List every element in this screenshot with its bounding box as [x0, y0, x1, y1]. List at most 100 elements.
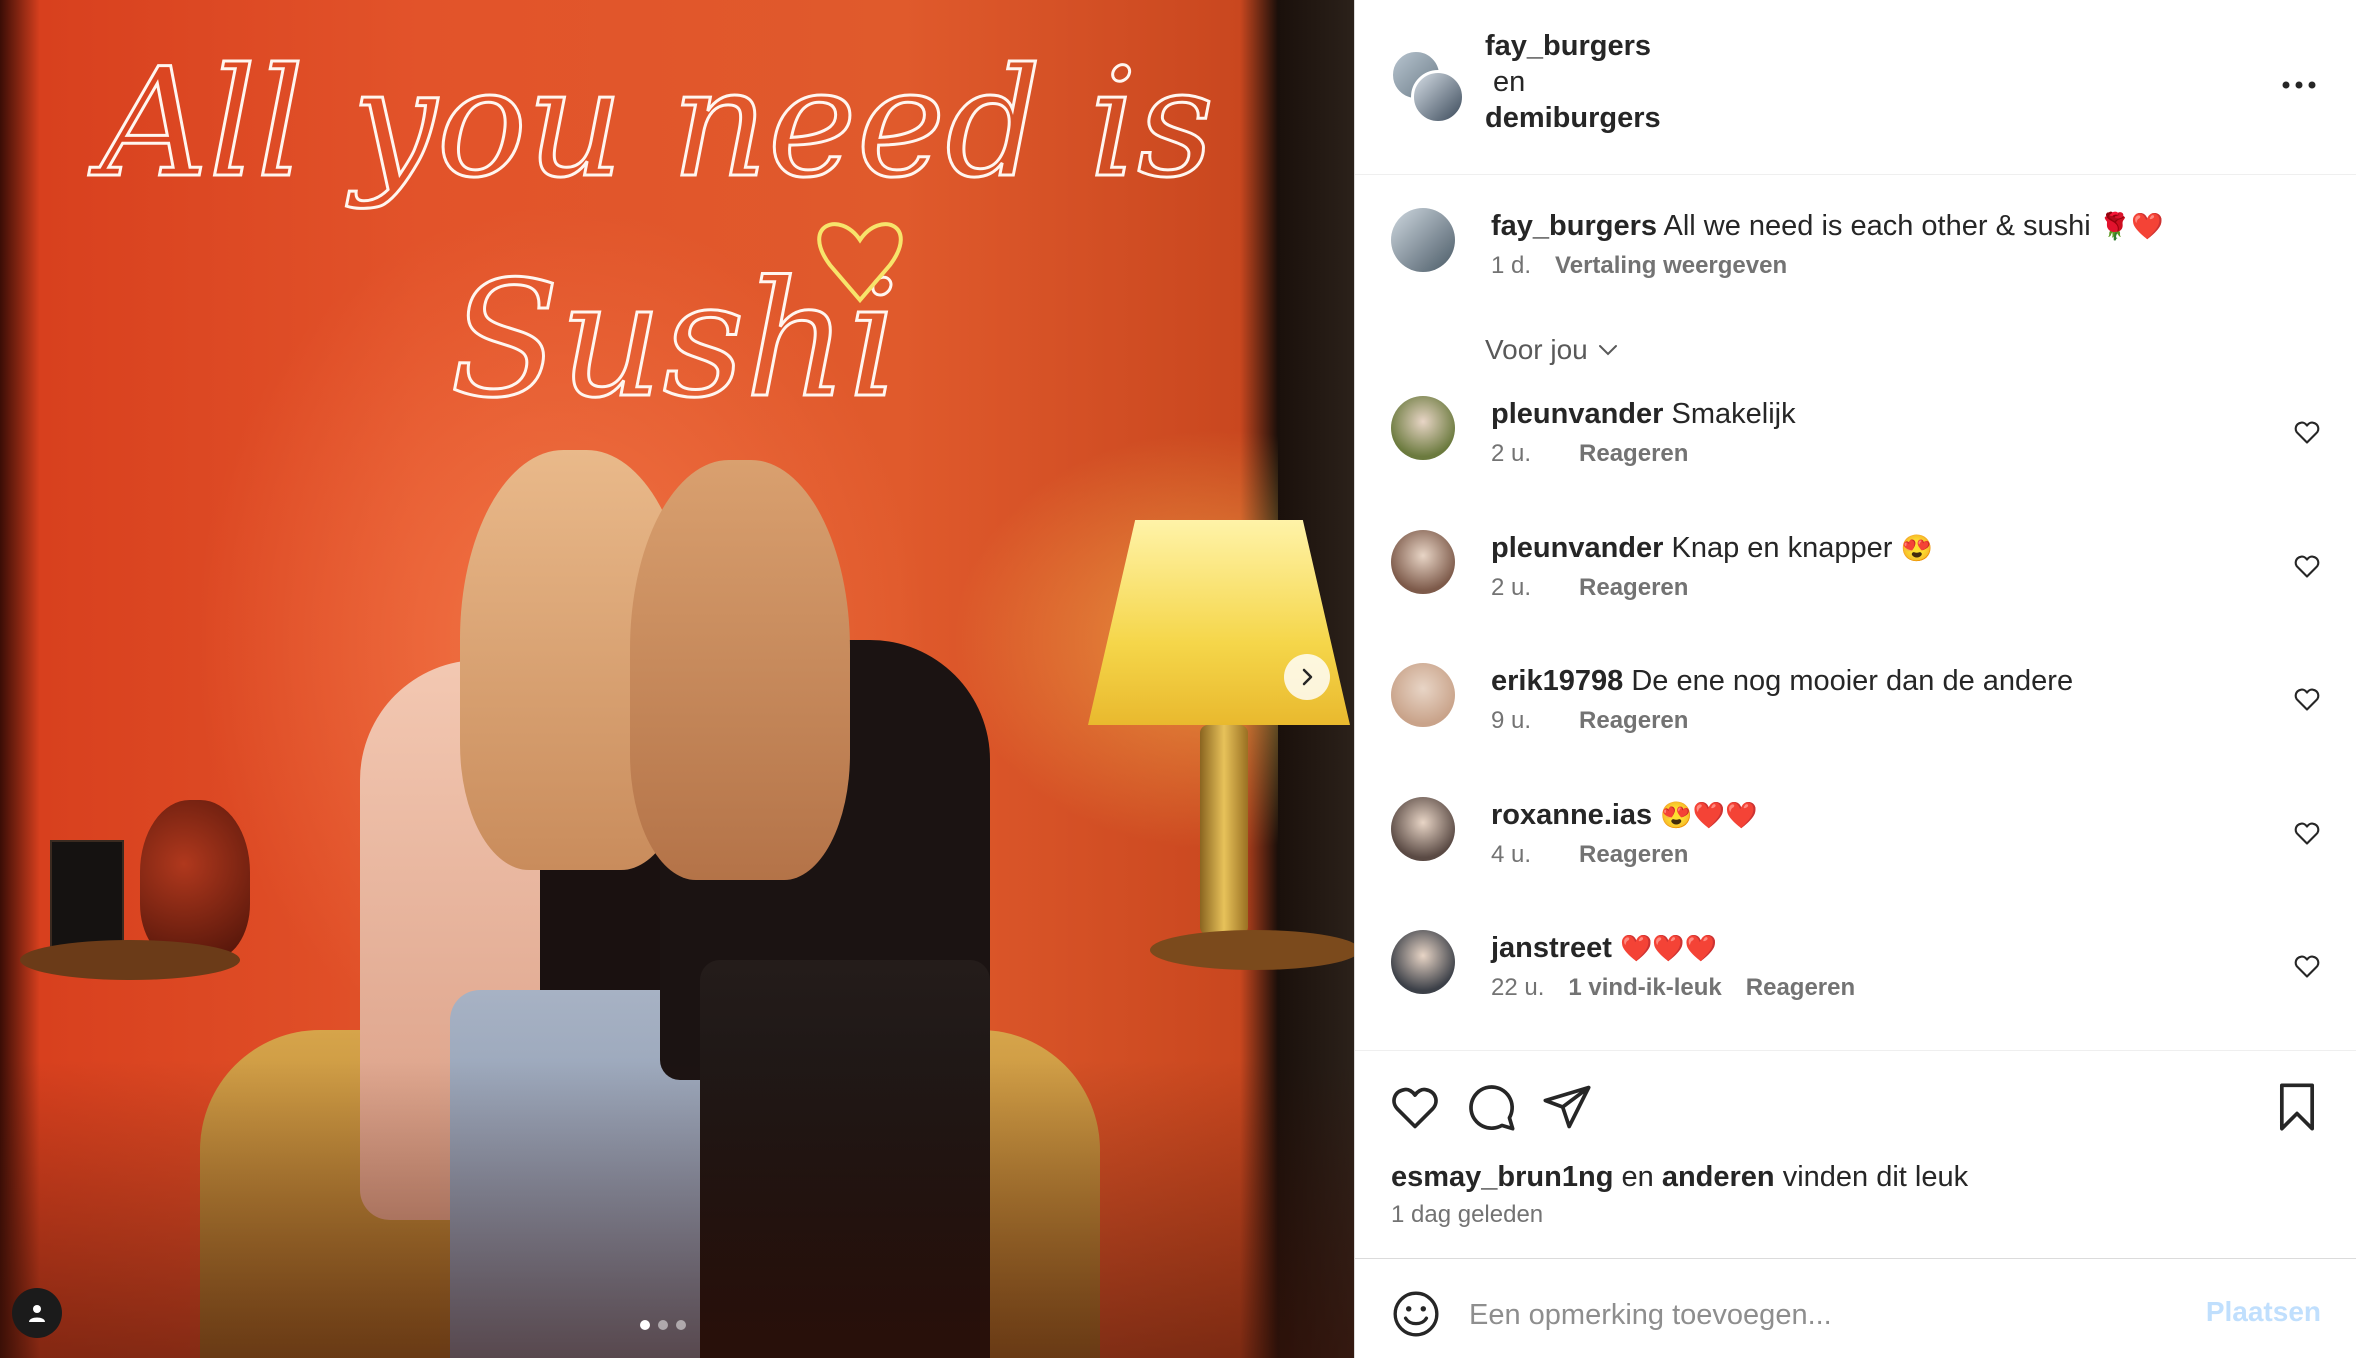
comment-text: De ene nog mooier dan de andere [1631, 665, 2074, 697]
more-horizontal-icon [2282, 81, 2316, 89]
person-right-hair [630, 460, 850, 880]
heart-icon[interactable] [2293, 685, 2321, 713]
neon-line-1: All you need is [88, 37, 1214, 211]
add-comment-bar: Plaatsen [1355, 1258, 2356, 1359]
header-username-1[interactable]: fay_burgers [1485, 28, 1661, 64]
side-table-left [20, 940, 240, 980]
comment-body: roxanne.ias 😍❤️❤️ 4 u. Reageren [1491, 797, 2271, 869]
carousel-indicator [640, 1320, 686, 1330]
reply-button[interactable]: Reageren [1579, 707, 1688, 735]
chevron-right-icon [1302, 668, 1313, 686]
caption-emoji: 🌹❤️ [2098, 211, 2164, 241]
comment-username[interactable]: janstreet [1491, 932, 1612, 964]
comment-time[interactable]: 2 u. [1491, 574, 1531, 602]
comment-icon[interactable] [1465, 1081, 1517, 1133]
neon-line-2: Sushi [450, 246, 899, 433]
comment-time[interactable]: 9 u. [1491, 707, 1531, 735]
avatar[interactable] [1391, 797, 1455, 861]
comment-body: pleunvander Knap en knapper 😍 2 u. Reage… [1491, 530, 2271, 602]
chevron-down-icon [1598, 345, 1617, 356]
avatar[interactable] [1391, 530, 1455, 594]
post-actions: esmay_brun1ng en anderen vinden dit leuk… [1355, 1050, 2356, 1228]
comment-time[interactable]: 2 u. [1491, 440, 1531, 468]
caption-body: fay_burgers All we need is each other & … [1491, 208, 2271, 280]
photo-floor-shade [0, 1060, 1354, 1358]
comment-text: Knap en knapper [1671, 532, 1893, 564]
heart-icon[interactable] [2293, 418, 2321, 446]
comment-line: pleunvander Knap en knapper 😍 [1491, 530, 2271, 566]
filter-label: Voor jou [1485, 334, 1588, 365]
comment-username[interactable]: pleunvander [1491, 532, 1663, 564]
comment-body: erik19798 De ene nog mooier dan de ander… [1491, 663, 2271, 735]
caption-meta: 1 d. Vertaling weergeven [1491, 252, 2271, 280]
comment-body: janstreet ❤️❤️❤️ 22 u. 1 vind-ik-leuk Re… [1491, 930, 2271, 1002]
likes-username[interactable]: esmay_brun1ng [1391, 1161, 1613, 1193]
vase [140, 800, 250, 960]
reply-button[interactable]: Reageren [1579, 574, 1688, 602]
heart-icon[interactable] [1389, 1081, 1441, 1133]
avatar[interactable] [1411, 70, 1465, 124]
comment-emoji: 😍 [1900, 533, 1933, 563]
collab-usernames: fay_burgers en demiburgers [1485, 28, 1661, 136]
carousel-dot [640, 1320, 650, 1330]
comment-emoji: 😍❤️❤️ [1660, 800, 1758, 830]
post-header: fay_burgers en demiburgers [1355, 0, 2356, 175]
table-sign [50, 840, 124, 954]
reply-button[interactable]: Reageren [1579, 440, 1688, 468]
translate-link[interactable]: Vertaling weergeven [1555, 252, 1787, 280]
comment-body: pleunvander Smakelijk 2 u. Reageren [1491, 396, 2271, 468]
carousel-dot [676, 1320, 686, 1330]
caption-username[interactable]: fay_burgers [1491, 210, 1657, 242]
comment-username[interactable]: pleunvander [1491, 398, 1663, 430]
reply-button[interactable]: Reageren [1579, 841, 1688, 869]
caption-text: All we need is each other & sushi [1663, 210, 2091, 242]
avatar[interactable] [1391, 396, 1455, 460]
comment-meta: 2 u. Reageren [1491, 574, 2271, 602]
user-tag-icon [29, 1305, 45, 1322]
comment-meta: 9 u. Reageren [1491, 707, 2271, 735]
emoji-icon[interactable] [1391, 1289, 1441, 1339]
likes-connector: en [1621, 1161, 1654, 1193]
likes-others-link[interactable]: anderen [1662, 1161, 1775, 1193]
bookmark-icon[interactable] [2271, 1081, 2323, 1133]
post-side-panel: fay_burgers en demiburgers fay_burgers A… [1354, 0, 2356, 1358]
side-table-right [1150, 930, 1354, 970]
comment-input[interactable] [1467, 1285, 2111, 1345]
comment-time[interactable]: 22 u. [1491, 974, 1544, 1002]
comment-username[interactable]: roxanne.ias [1491, 799, 1652, 831]
header-username-2[interactable]: demiburgers [1485, 100, 1661, 136]
comment-emoji: ❤️❤️❤️ [1619, 933, 1718, 963]
comment-line: roxanne.ias 😍❤️❤️ [1491, 797, 2271, 833]
comment-meta: 4 u. Reageren [1491, 841, 2271, 869]
more-options-button[interactable] [2279, 70, 2319, 100]
comment-username[interactable]: erik19798 [1491, 665, 1623, 697]
avatar[interactable] [1391, 208, 1455, 272]
share-icon[interactable] [1541, 1081, 1593, 1133]
carousel-next-button[interactable] [1284, 654, 1330, 700]
caption-time[interactable]: 1 d. [1491, 252, 1531, 280]
likes-summary: esmay_brun1ng en anderen vinden dit leuk [1391, 1161, 1968, 1194]
header-conjunction: en [1493, 66, 1526, 98]
comment-likes[interactable]: 1 vind-ik-leuk [1568, 974, 1721, 1002]
comment-text: Smakelijk [1671, 398, 1796, 430]
lamp-base [1200, 725, 1248, 935]
comment-line: pleunvander Smakelijk [1491, 396, 2271, 432]
comment-filter-dropdown[interactable]: Voor jou [1485, 334, 1620, 366]
tagged-users-button[interactable] [12, 1288, 62, 1338]
comment-time[interactable]: 4 u. [1491, 841, 1531, 869]
avatar[interactable] [1391, 930, 1455, 994]
reply-button[interactable]: Reageren [1746, 974, 1855, 1002]
comment-meta: 22 u. 1 vind-ik-leuk Reageren [1491, 974, 2271, 1002]
post-date[interactable]: 1 dag geleden [1391, 1201, 1543, 1229]
heart-icon[interactable] [2293, 552, 2321, 580]
comment-line: erik19798 De ene nog mooier dan de ander… [1491, 663, 2271, 699]
avatar[interactable] [1391, 663, 1455, 727]
post-photo[interactable]: All you need is Sushi [0, 0, 1354, 1358]
caption-line: fay_burgers All we need is each other & … [1491, 208, 2271, 244]
heart-icon[interactable] [2293, 952, 2321, 980]
neon-sign: All you need is Sushi [87, 36, 1216, 435]
post-comment-button[interactable]: Plaatsen [2200, 1295, 2327, 1329]
heart-icon[interactable] [2293, 819, 2321, 847]
comment-line: janstreet ❤️❤️❤️ [1491, 930, 2271, 966]
collab-avatars[interactable] [1391, 50, 1465, 124]
